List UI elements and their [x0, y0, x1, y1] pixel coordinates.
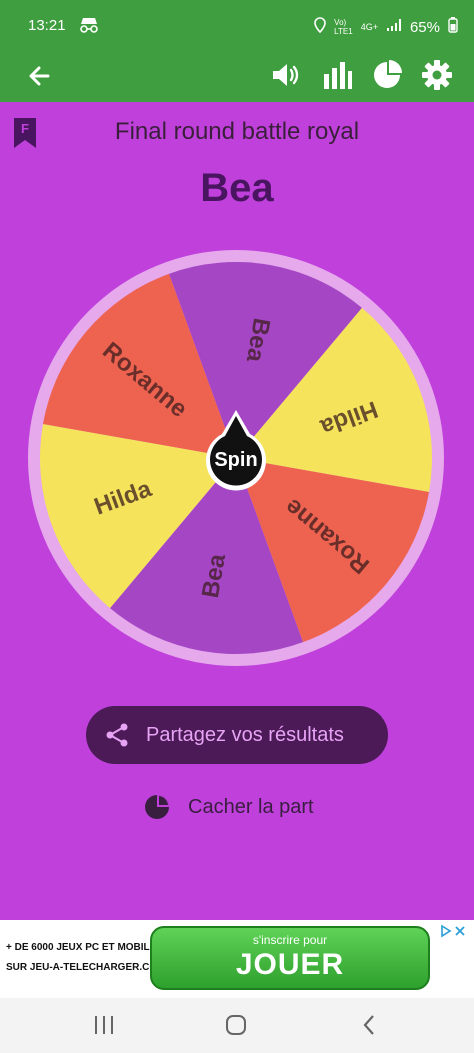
share-icon — [106, 723, 128, 747]
app-bar — [0, 54, 474, 102]
wheel-title: Final round battle royal — [114, 118, 360, 145]
spin-result: Bea — [200, 166, 274, 210]
back-icon[interactable] — [356, 1012, 384, 1038]
back-arrow-icon[interactable] — [26, 62, 54, 90]
pie-chart-icon[interactable] — [370, 58, 404, 92]
battery-icon — [448, 17, 458, 37]
hide-share-toggle[interactable]: Cacher la part — [144, 794, 314, 820]
settings-icon[interactable] — [420, 58, 454, 92]
share-label: Partagez vos résultats — [146, 723, 344, 746]
status-right: Vo) LTE1 4G+ 65% — [314, 17, 458, 37]
incognito-icon — [78, 16, 100, 38]
bar-chart-icon[interactable] — [320, 58, 354, 92]
battery-text: 65% — [409, 18, 440, 36]
nav-bar — [0, 998, 474, 1053]
status-bar: 13:21 Vo) LTE1 4G+ 65% — [0, 0, 474, 54]
ad-line1: + DE 6000 JEUX PC ET MOBILE — [6, 942, 157, 953]
main-panel: F Final round battle royal Bea Bea Hilda R… — [0, 102, 474, 920]
ad-button-small: s'inscrire pour — [252, 933, 328, 947]
ad-line2: SUR JEU-A-TELECHARGER.COM — [6, 962, 166, 973]
ad-button-big: JOUER — [235, 948, 345, 981]
signal-icon — [386, 18, 402, 36]
volume-icon[interactable] — [268, 58, 302, 92]
volte-indicator: Vo) LTE1 — [334, 18, 353, 36]
status-time: 13:21 — [28, 17, 66, 34]
net-type: 4G+ — [360, 22, 378, 32]
ad-play-button[interactable]: s'inscrire pour JOUER — [150, 926, 430, 990]
volte-top: Vo) — [334, 18, 347, 27]
ad-banner[interactable]: + DE 6000 JEUX PC ET MOBILE SUR JEU-A-TE… — [0, 920, 474, 998]
ad-text: + DE 6000 JEUX PC ET MOBILE SUR JEU-A-TE… — [6, 938, 165, 978]
spin-wheel[interactable]: BeaHildaRoxanneBeaHildaRoxanne Spin — [26, 248, 446, 668]
share-results-button[interactable]: Partagez vos résultats — [86, 706, 388, 764]
home-icon[interactable] — [222, 1012, 250, 1038]
volte-bottom: LTE1 — [334, 27, 353, 36]
location-icon — [314, 17, 326, 37]
spin-label: Spin — [214, 449, 257, 471]
recent-apps-icon[interactable] — [90, 1012, 118, 1038]
ad-choices-icon[interactable] — [440, 924, 468, 938]
hide-label: Cacher la part — [188, 795, 314, 818]
pie-icon — [145, 795, 169, 819]
